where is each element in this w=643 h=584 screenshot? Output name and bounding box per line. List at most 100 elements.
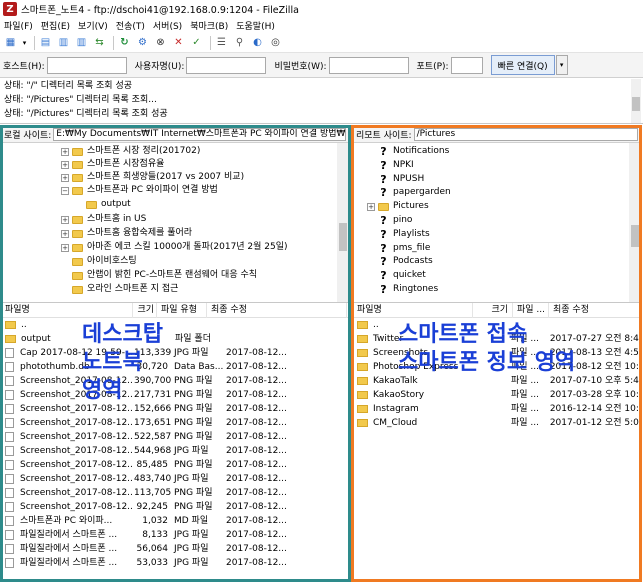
menu-server[interactable]: 서버(S) — [149, 19, 186, 32]
filename-cell: CM_Cloud — [373, 418, 418, 428]
tree-item[interactable]: + 스마트폰 시장점유율 — [61, 158, 164, 171]
toggle-local-tree-icon[interactable]: ▥ — [56, 35, 71, 50]
tree-item[interactable]: + 스마트폰 시장 정리(201702) — [61, 145, 200, 158]
site-manager-icon[interactable]: ▦ — [3, 35, 18, 50]
remote-site-path-input[interactable]: /Pictures — [413, 128, 638, 141]
port-input[interactable] — [450, 56, 483, 74]
column-size[interactable]: 크기 — [473, 302, 513, 318]
tree-item[interactable]: ? Podcasts — [378, 255, 432, 268]
tree-item[interactable]: ? pino — [378, 214, 412, 227]
table-row[interactable]: Instagram 파일 ... 2016-12-14 오전 10:4 — [353, 402, 641, 416]
table-row[interactable]: Screenshot_2017-08-12... 522,587 PNG 파일 201… — [1, 430, 349, 444]
tree-item[interactable]: ? NPUSH — [378, 173, 424, 186]
table-row[interactable]: KakaoTalk 파일 ... 2017-07-10 오후 5:47 — [353, 374, 641, 388]
table-row[interactable]: Cap 2017-08-12 19-59-... 113,339 JPG 파일 201… — [1, 346, 349, 360]
table-row[interactable]: Screenshot_2017-08-12... 173,651 PNG 파일 201… — [1, 416, 349, 430]
table-row[interactable]: Screenshot_2017-08-12... 113,705 PNG 파일 201… — [1, 486, 349, 500]
tree-item[interactable]: + 스마트폰 희생양들(2017 vs 2007 비교) — [61, 171, 244, 184]
menu-bookmarks[interactable]: 북마크(B) — [186, 19, 232, 32]
tree-item[interactable]: 아이비호스팅 — [72, 255, 137, 268]
sync-browse-icon[interactable]: ⚲ — [232, 35, 247, 50]
tree-item[interactable]: + Pictures — [367, 200, 429, 213]
expander-icon[interactable]: + — [61, 243, 69, 252]
compare-icon[interactable]: ◐ — [250, 35, 265, 50]
tree-item[interactable]: output — [86, 198, 131, 211]
tree-item[interactable]: ? Ringtones — [378, 283, 438, 296]
quickconnect-button[interactable]: 빠른 연결(Q) — [490, 55, 555, 75]
table-row[interactable]: photothumb.db 30,720 Data Bas... 2017-08-12… — [1, 360, 349, 374]
table-row[interactable]: CM_Cloud 파일 ... 2017-01-12 오전 5:08 — [353, 416, 641, 430]
toggle-log-icon[interactable]: ▤ — [38, 35, 53, 50]
column-type[interactable]: 파일 유형 — [157, 302, 207, 318]
tree-item[interactable]: 오라인 스마트폰 지 접근 — [72, 283, 178, 296]
password-input[interactable] — [328, 56, 409, 74]
tree-item[interactable]: ? quicket — [378, 269, 426, 282]
menu-transfer[interactable]: 전송(T) — [112, 19, 149, 32]
expander-icon[interactable]: + — [367, 202, 375, 211]
filter-icon[interactable]: ☰ — [214, 35, 229, 50]
modified-cell: 2017-07-27 오전 8:43 — [549, 334, 641, 344]
expander-icon[interactable]: − — [61, 186, 69, 195]
quickconnect-dropdown-icon[interactable]: ▾ — [555, 55, 568, 75]
host-input[interactable] — [46, 56, 127, 74]
local-tree-scrollbar[interactable] — [337, 143, 349, 302]
column-modified[interactable]: 최종 수정 — [207, 302, 347, 318]
tree-item[interactable]: ? Playlists — [378, 228, 429, 241]
table-row[interactable]: output 파일 폴더 — [1, 332, 349, 346]
remote-tree-scroll-thumb[interactable] — [631, 225, 639, 247]
toggle-queue-icon[interactable]: ⇆ — [92, 35, 107, 50]
expander-icon[interactable]: + — [61, 229, 69, 238]
table-row[interactable]: KakaoStory 파일 ... 2017-03-28 오후 10:2 — [353, 388, 641, 402]
tree-item[interactable]: ? pms_file — [378, 242, 430, 255]
table-row[interactable]: Screenshot_2017-08-12... 92,245 PNG 파일 2017… — [1, 500, 349, 514]
cancel-icon[interactable]: ⊗ — [153, 35, 168, 50]
local-tree-scroll-thumb[interactable] — [339, 223, 347, 251]
menu-edit[interactable]: 편집(E) — [37, 19, 74, 32]
column-filename[interactable]: 파일명 — [1, 302, 133, 318]
column-filename[interactable]: 파일명 — [353, 302, 473, 318]
remote-tree-scrollbar[interactable] — [629, 143, 641, 302]
tree-item[interactable]: + 스마트홈 융합숙제를 풀어라 — [61, 227, 192, 240]
process-queue-icon[interactable]: ⚙ — [135, 35, 150, 50]
log-scroll-thumb[interactable] — [632, 97, 640, 111]
table-row[interactable]: Screenshot_2017-08-12... 152,666 PNG 파일 201… — [1, 402, 349, 416]
table-row[interactable]: 파일질라에서 스마트폰 ... 56,064 JPG 파일 2017-08-12... — [1, 542, 349, 556]
title-bar: Z 스마트폰_노트4 - ftp://dschoi41@192.168.0.9:… — [0, 0, 643, 18]
toggle-remote-tree-icon[interactable]: ▥ — [74, 35, 89, 50]
refresh-icon[interactable]: ↻ — [117, 35, 132, 50]
expander-icon[interactable]: + — [61, 173, 69, 182]
reconnect-icon[interactable]: ✓ — [189, 35, 204, 50]
tree-item[interactable]: 안랩이 밝힌 PC-스마트폰 랜섬웨어 대응 수칙 — [72, 269, 257, 282]
table-row[interactable]: Screenshot_2017-08-12... 544,968 JPG 파일 201… — [1, 444, 349, 458]
table-row[interactable]: 파일질라에서 스마트폰 ... 8,133 JPG 파일 2017-08-12... — [1, 528, 349, 542]
tree-item[interactable]: + 스마트홈 in US — [61, 213, 146, 226]
tree-item[interactable]: + 아마존 에코 스킬 10000개 돌파(2017년 2월 25일) — [61, 241, 288, 254]
dropdown-arrow-icon[interactable]: ▾ — [21, 35, 28, 50]
table-row[interactable]: Screenshot_2017-08-12... 85,485 PNG 파일 2017… — [1, 458, 349, 472]
tree-item[interactable]: − 스마트폰과 PC 와이파이 연결 방법 — [61, 184, 218, 197]
unknown-folder-icon: ? — [380, 172, 387, 186]
menu-help[interactable]: 도움말(H) — [232, 19, 279, 32]
tree-item[interactable]: ? papergarden — [378, 186, 450, 199]
disconnect-icon[interactable]: ✕ — [171, 35, 186, 50]
table-row[interactable]: Screenshot_2017-08-12... 217,731 PNG 파일 201… — [1, 388, 349, 402]
menu-view[interactable]: 보기(V) — [74, 19, 112, 32]
column-modified[interactable]: 최종 수정 — [549, 302, 641, 318]
tree-item[interactable]: ? NPKI — [378, 159, 413, 172]
username-input[interactable] — [186, 56, 267, 74]
column-size[interactable]: 크기 — [133, 302, 157, 318]
column-type[interactable]: 파일 ... — [513, 302, 549, 318]
local-site-path-input[interactable]: E:₩My Documents₩IT Internet₩스마트폰과 PC 와이파… — [53, 128, 346, 141]
table-row[interactable]: 파일질라에서 스마트폰 ... 53,033 JPG 파일 2017-08-12... — [1, 556, 349, 570]
expander-icon[interactable]: + — [61, 160, 69, 169]
log-scrollbar[interactable] — [631, 79, 641, 123]
search-icon[interactable]: ◎ — [268, 35, 283, 50]
expander-icon[interactable]: + — [61, 215, 69, 224]
table-row[interactable]: 스마트폰과 PC 와이파... 1,032 MD 파일 2017-08-12... — [1, 514, 349, 528]
table-row[interactable]: .. — [1, 318, 349, 332]
expander-icon[interactable]: + — [61, 147, 69, 156]
tree-item[interactable]: ? Notifications — [378, 145, 449, 158]
table-row[interactable]: Screenshot_2017-08-12... 390,700 PNG 파일 201… — [1, 374, 349, 388]
table-row[interactable]: Screenshot_2017-08-12... 483,740 JPG 파일 201… — [1, 472, 349, 486]
menu-file[interactable]: 파일(F) — [0, 19, 37, 32]
